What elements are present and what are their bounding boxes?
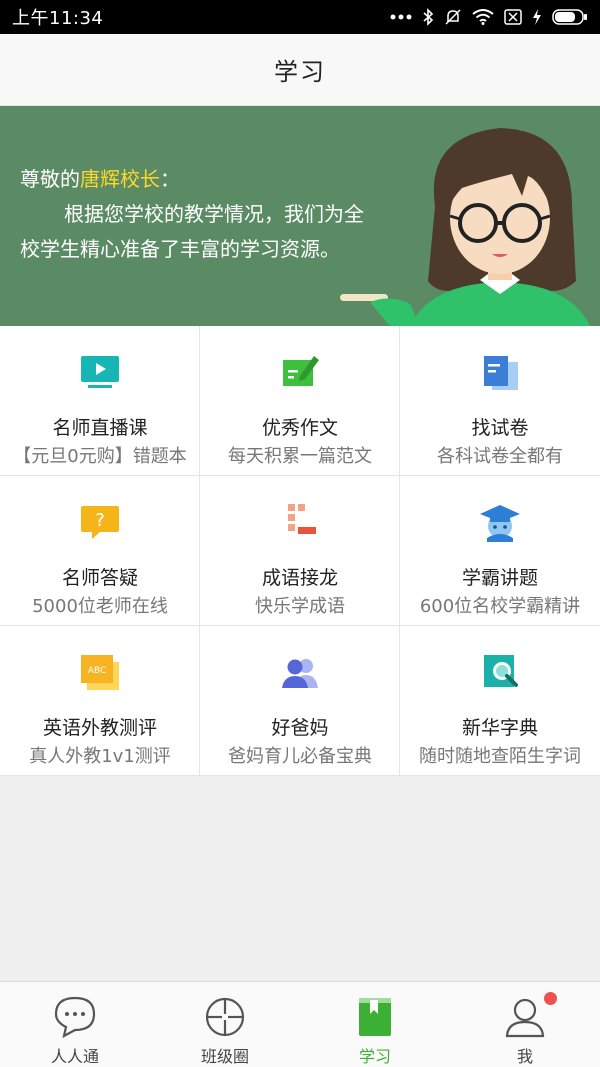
greeting-prefix: 尊敬的: [20, 167, 80, 191]
status-icons: [390, 8, 588, 26]
grid-item-title: 学霸讲题: [461, 567, 538, 589]
grid-item-composition[interactable]: 优秀作文 每天积累一篇范文: [200, 326, 400, 476]
welcome-banner: 尊敬的唐辉校长： 根据您学校的教学情况，我们为全 校学生精心准备了丰富的学习资源…: [0, 106, 600, 326]
person-icon: [505, 998, 545, 1038]
tab-renrentong[interactable]: 人人通: [0, 982, 150, 1067]
grid-item-subtitle: 【元旦0元购】错题本: [13, 446, 187, 467]
grid-item-dictionary[interactable]: 新华字典 随时随地查陌生字词: [400, 626, 600, 776]
grid-item-title: 好爸妈: [271, 717, 329, 739]
status-time: 上午11:34: [12, 8, 104, 29]
tab-study[interactable]: 学习: [300, 982, 450, 1067]
aperture-icon: [205, 997, 245, 1037]
svg-text:ABC: ABC: [88, 666, 106, 676]
grid-item-subtitle: 随时随地查陌生字词: [419, 746, 581, 767]
grid-item-top-student[interactable]: 学霸讲题 600位名校学霸精讲: [400, 476, 600, 626]
grid-item-title: 英语外教测评: [42, 717, 157, 739]
parents-icon: [282, 659, 318, 688]
grid-item-live-course[interactable]: 名师直播课 【元旦0元购】错题本: [0, 326, 200, 476]
grid-item-subtitle: 真人外教1v1测评: [29, 746, 171, 767]
tab-class-circle[interactable]: 班级圈: [150, 982, 300, 1067]
tab-label: 班级圈: [200, 1047, 249, 1066]
no-sim-icon: [504, 9, 522, 25]
mute-icon: [444, 8, 462, 26]
grid-item-title: 新华字典: [461, 717, 538, 739]
dictionary-icon: [484, 655, 518, 687]
grid-item-title: 名师直播课: [52, 417, 148, 439]
tab-label: 人人通: [50, 1047, 99, 1066]
grid-item-subtitle: 每天积累一篇范文: [228, 446, 372, 467]
grid-item-title: 成语接龙: [261, 567, 338, 589]
more-dots-icon: [390, 13, 412, 21]
battery-icon: [552, 8, 588, 26]
book-icon: [359, 998, 391, 1036]
svg-text:?: ?: [95, 510, 105, 531]
question-icon: ?: [81, 506, 119, 539]
charging-icon: [532, 9, 542, 25]
notification-badge: [544, 992, 557, 1005]
page-title: 学习: [274, 58, 326, 86]
tab-label: 我: [516, 1047, 533, 1066]
grid-item-subtitle: 爸妈育儿必备宝典: [228, 746, 372, 767]
teacher-illustration: [340, 128, 590, 326]
feature-grid: 名师直播课 【元旦0元购】错题本 优秀作文 每天积累一篇范文 找试卷 各科试卷全…: [0, 326, 600, 776]
grid-item-title: 优秀作文: [261, 417, 338, 439]
nav-bar: 学习: [0, 34, 600, 106]
grid-item-exam-papers[interactable]: 找试卷 各科试卷全都有: [400, 326, 600, 476]
graduation-cap-icon: [480, 505, 520, 542]
grid-item-subtitle: 各科试卷全都有: [437, 446, 563, 467]
composition-icon: [283, 356, 319, 386]
grid-item-subtitle: 600位名校学霸精讲: [419, 596, 581, 617]
status-bar: 上午11:34: [0, 0, 600, 34]
tab-me[interactable]: 我: [450, 982, 600, 1067]
grid-item-title: 名师答疑: [61, 567, 138, 589]
principal-name: 唐辉校长: [80, 167, 160, 191]
grid-item-title: 找试卷: [471, 417, 529, 439]
abc-icon: ABC: [81, 655, 119, 690]
bluetooth-icon: [422, 8, 434, 26]
grid-item-teacher-qa[interactable]: ? 名师答疑 5000位老师在线: [0, 476, 200, 626]
grid-item-subtitle: 快乐学成语: [255, 596, 345, 617]
grid-item-idiom-chain[interactable]: 成语接龙 快乐学成语: [200, 476, 400, 626]
bottom-tab-bar: 人人通 班级圈 学习 我: [0, 981, 600, 1067]
chat-bubble-icon: [54, 996, 96, 1039]
greeting-suffix: ：: [160, 167, 180, 191]
tab-label: 学习: [358, 1047, 391, 1066]
exam-paper-icon: [484, 356, 518, 390]
grid-item-subtitle: 5000位老师在线: [32, 596, 168, 617]
grid-item-english-assessment[interactable]: ABC 英语外教测评 真人外教1v1测评: [0, 626, 200, 776]
wifi-icon: [472, 9, 494, 25]
grid-item-good-parents[interactable]: 好爸妈 爸妈育儿必备宝典: [200, 626, 400, 776]
idiom-chain-icon: [288, 504, 316, 534]
video-icon: [81, 356, 119, 388]
